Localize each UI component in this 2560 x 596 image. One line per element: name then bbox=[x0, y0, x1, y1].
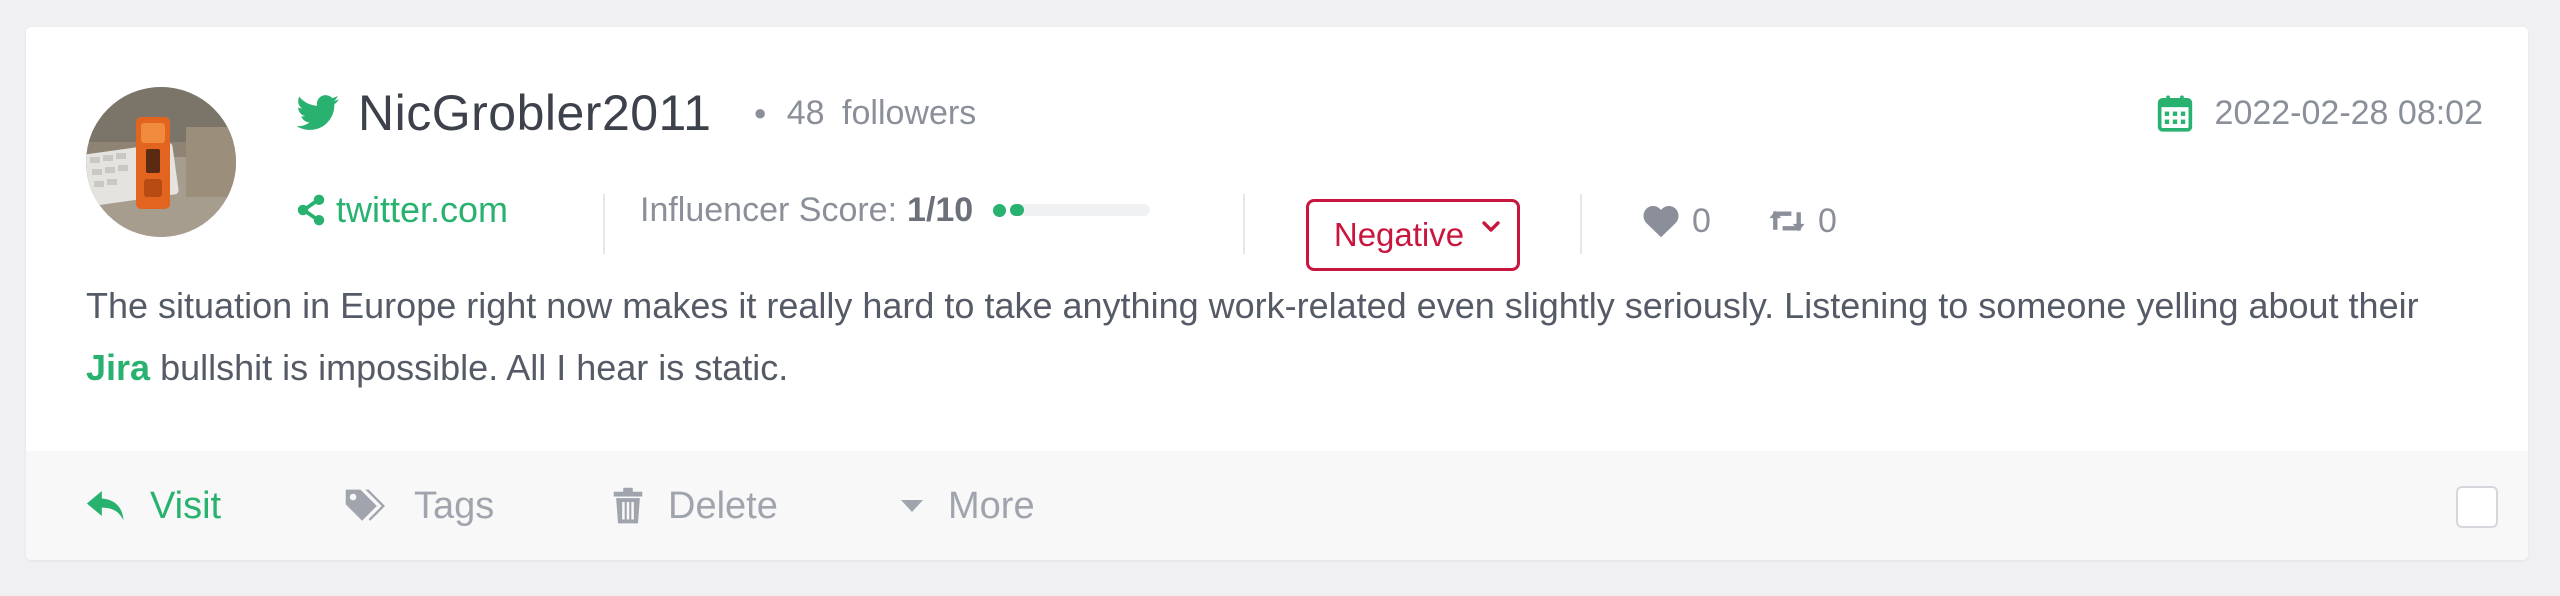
divider bbox=[1243, 194, 1245, 254]
avatar[interactable] bbox=[86, 87, 236, 237]
influencer-bar-fill bbox=[1010, 204, 1025, 216]
share-icon bbox=[297, 194, 325, 226]
influencer-value: 1/10 bbox=[907, 190, 974, 229]
mention-text-before: The situation in Europe right now makes … bbox=[86, 285, 2419, 326]
date-text: 2022-02-28 08:02 bbox=[2214, 93, 2483, 132]
divider bbox=[1580, 194, 1582, 254]
visit-button[interactable]: Visit bbox=[86, 481, 221, 531]
separator-dot: ● bbox=[753, 100, 767, 125]
sentiment-label: Negative bbox=[1333, 216, 1465, 253]
action-bar: Visit Tags Delete More bbox=[26, 451, 2528, 560]
more-button[interactable]: More bbox=[900, 481, 1035, 531]
retweet-icon bbox=[1769, 210, 1805, 232]
author-row: NicGrobler2011 ● 48 followers bbox=[296, 84, 976, 142]
twitter-bird-icon bbox=[296, 95, 339, 130]
visit-label: Visit bbox=[150, 484, 222, 527]
mention-card: NicGrobler2011 ● 48 followers 2022-02-28… bbox=[26, 27, 2528, 560]
retweets-count: 0 bbox=[1768, 194, 1837, 248]
avatar-image bbox=[86, 87, 236, 237]
followers-number: 48 bbox=[786, 93, 825, 132]
tags-icon bbox=[345, 489, 385, 521]
mention-date: 2022-02-28 08:02 bbox=[2157, 89, 2483, 137]
author-name[interactable]: NicGrobler2011 bbox=[358, 84, 711, 142]
influencer-bar bbox=[1010, 204, 1151, 216]
select-checkbox[interactable] bbox=[2456, 486, 2498, 528]
likes-count: 0 bbox=[1642, 194, 1711, 248]
more-label: More bbox=[948, 484, 1035, 527]
sentiment-dropdown[interactable]: Negative bbox=[1306, 199, 1520, 271]
source-domain: twitter.com bbox=[336, 189, 509, 230]
calendar-icon bbox=[2157, 95, 2192, 132]
source-link[interactable]: twitter.com bbox=[296, 186, 508, 234]
divider bbox=[603, 194, 605, 254]
retweets-value: 0 bbox=[1818, 201, 1837, 240]
influencer-label: Influencer Score: bbox=[640, 190, 898, 229]
chevron-down-icon bbox=[1482, 221, 1500, 232]
heart-icon bbox=[1643, 205, 1679, 238]
trash-icon bbox=[613, 487, 643, 524]
delete-button[interactable]: Delete bbox=[612, 481, 778, 531]
mention-text-after: bullshit is impossible. All I hear is st… bbox=[150, 347, 789, 388]
tags-label: Tags bbox=[414, 484, 495, 527]
mention-text: The situation in Europe right now makes … bbox=[86, 275, 2486, 399]
influencer-dot bbox=[993, 203, 1007, 217]
followers-count: 48 followers bbox=[787, 94, 976, 133]
keyword-highlight: Jira bbox=[86, 347, 151, 388]
followers-label: followers bbox=[842, 93, 977, 132]
likes-value: 0 bbox=[1692, 201, 1711, 240]
caret-down-icon bbox=[901, 500, 923, 512]
reply-arrow-icon bbox=[86, 491, 124, 521]
tags-button[interactable]: Tags bbox=[344, 481, 494, 531]
meta-row: twitter.com Influencer Score: 1/10 Negat… bbox=[296, 172, 1837, 271]
influencer-score: Influencer Score: 1/10 bbox=[640, 186, 1151, 234]
delete-label: Delete bbox=[668, 484, 778, 527]
